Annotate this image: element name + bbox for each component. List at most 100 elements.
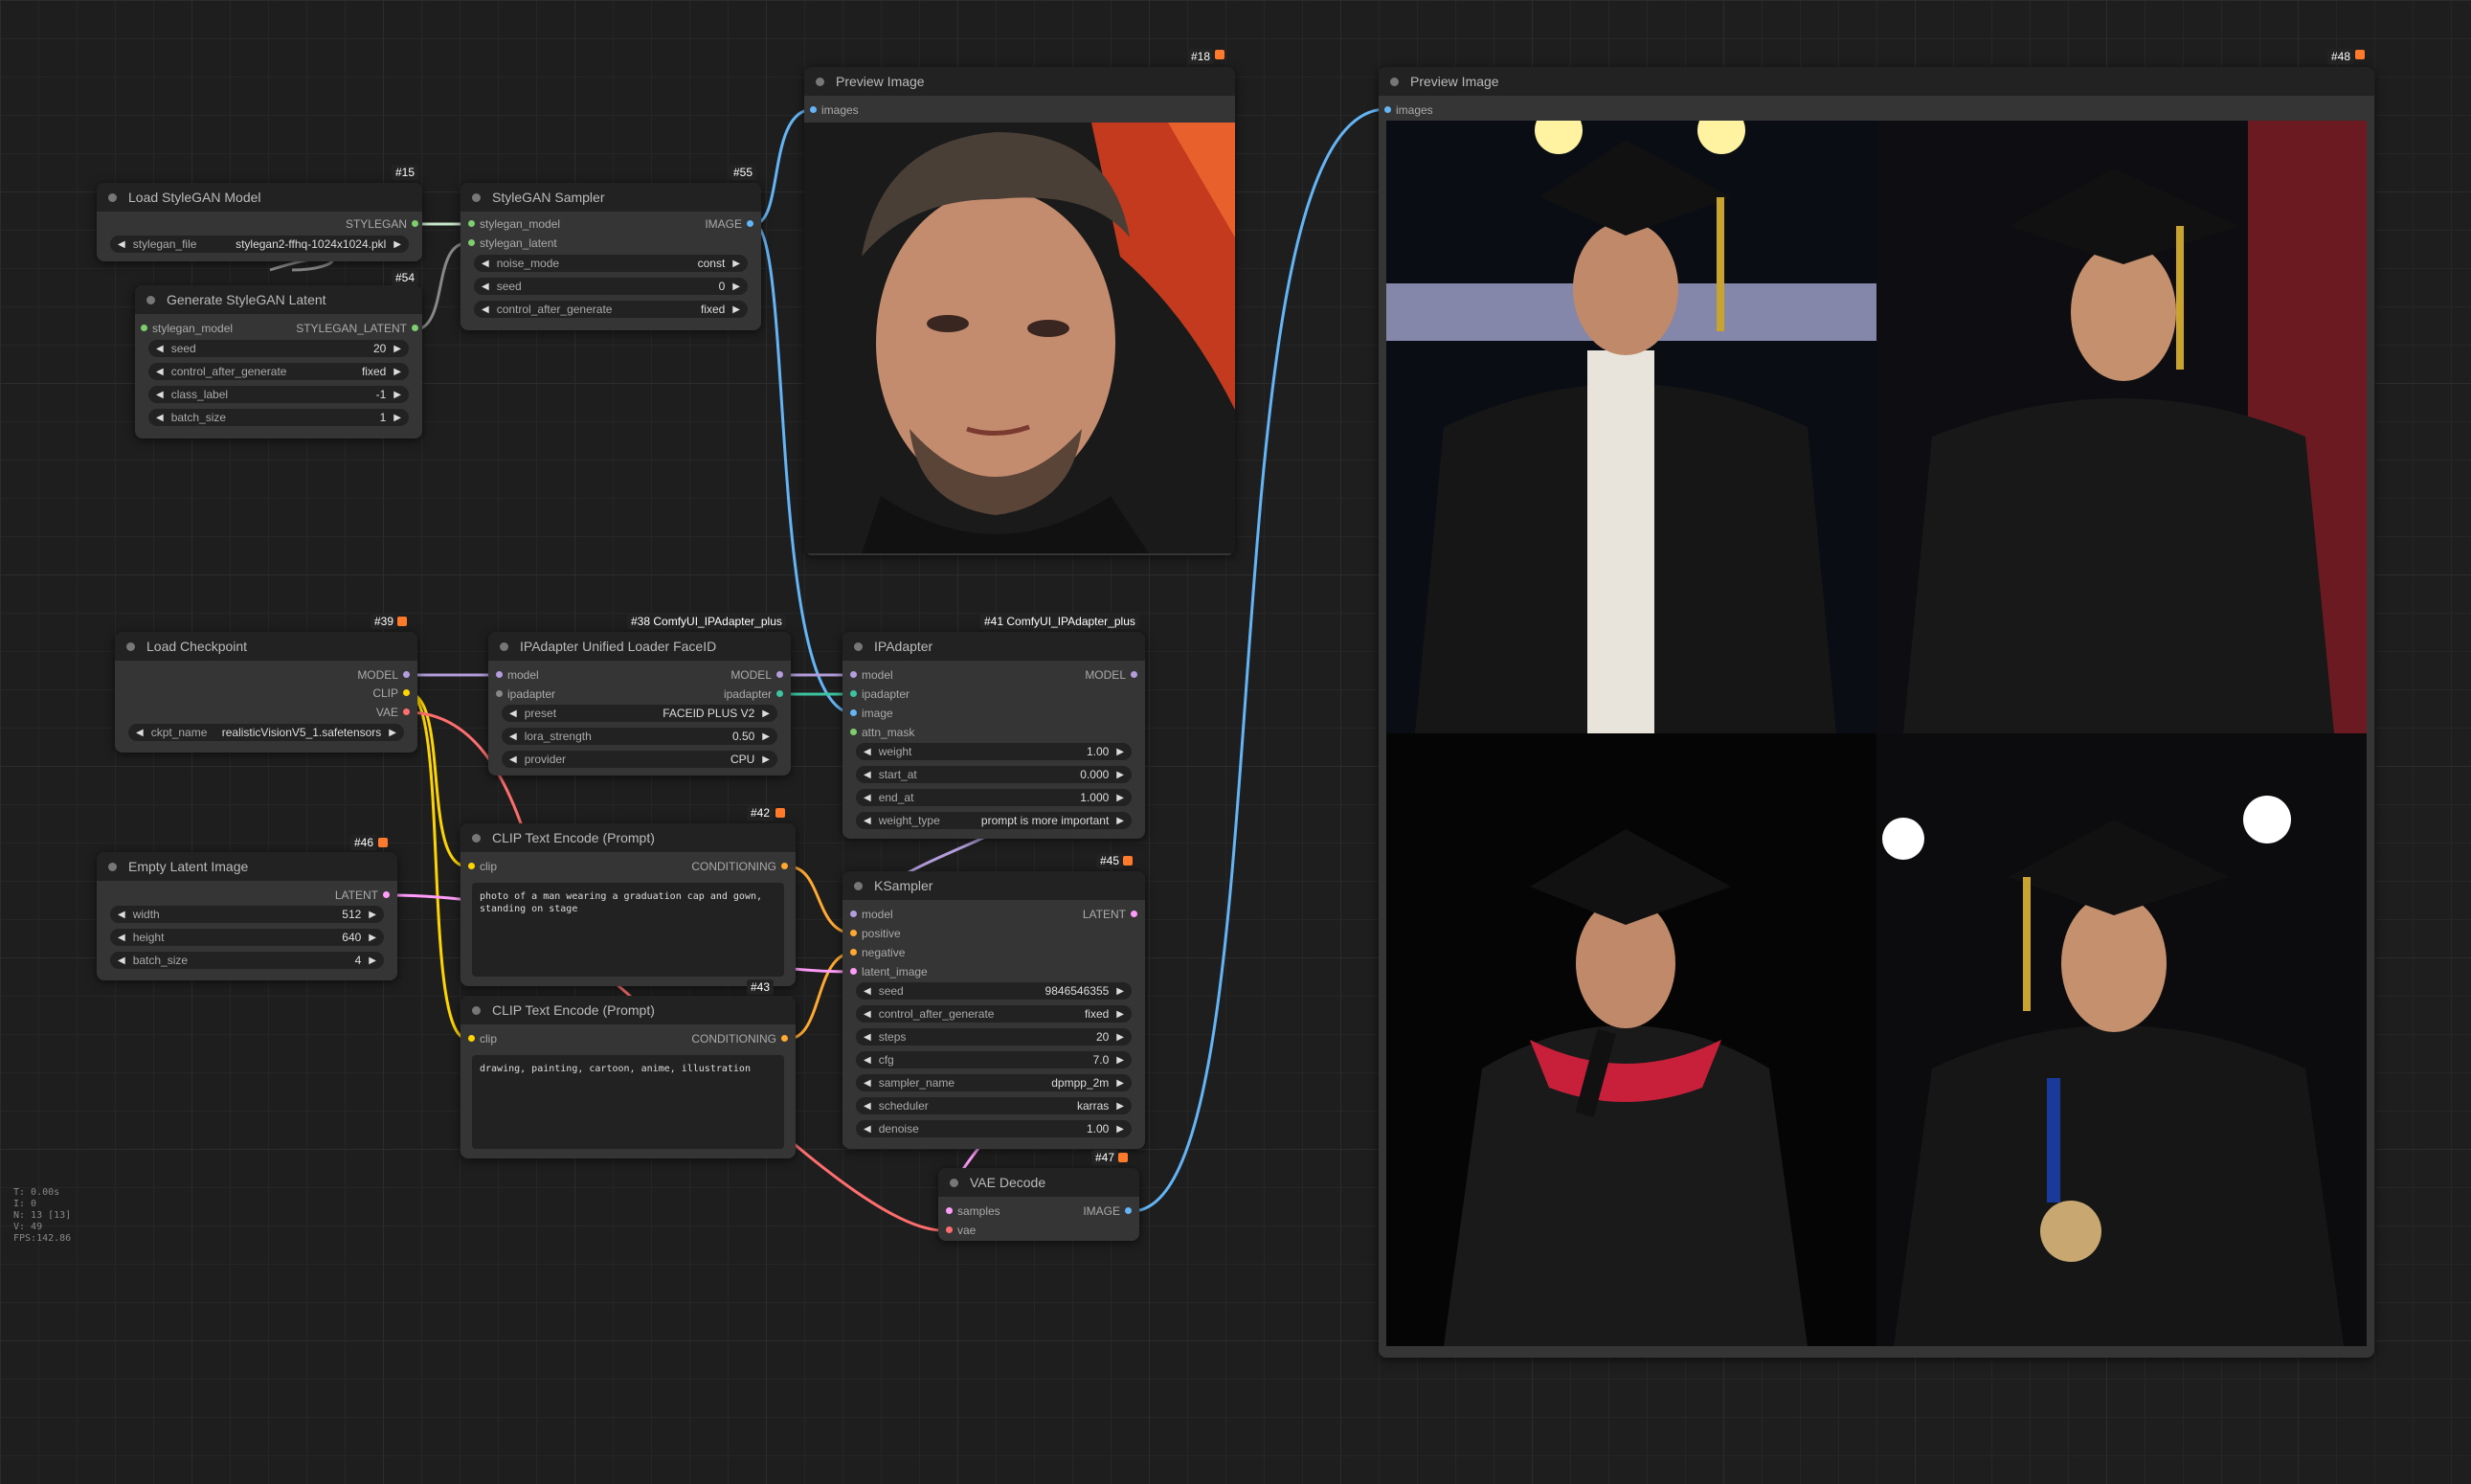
input-pin-icon[interactable] — [468, 1035, 475, 1042]
input-model[interactable]: model — [496, 668, 539, 682]
node-title[interactable]: KSampler — [842, 871, 1145, 900]
arrow-right-icon[interactable]: ▶ — [1116, 816, 1124, 826]
input-pin-icon[interactable] — [850, 949, 857, 956]
collapse-dot-icon[interactable] — [108, 192, 117, 202]
widget-seed[interactable]: ◀ seed 9846546355 ▶ — [856, 982, 1132, 1000]
output-stylegan[interactable]: STYLEGAN — [346, 217, 418, 231]
widget-batch-size[interactable]: ◀ batch_size 1 ▶ — [148, 409, 409, 426]
output-pin-icon[interactable] — [781, 1035, 788, 1042]
widget-control-after-generate[interactable]: ◀ control_after_generate fixed ▶ — [474, 301, 748, 318]
widget-end-at[interactable]: ◀ end_at 1.000 ▶ — [856, 789, 1132, 806]
arrow-right-icon[interactable]: ▶ — [1116, 1055, 1124, 1066]
node-title[interactable]: Preview Image — [1379, 67, 2374, 96]
widget-scheduler[interactable]: ◀ scheduler karras ▶ — [856, 1097, 1132, 1114]
arrow-left-icon[interactable]: ◀ — [509, 754, 517, 765]
widget-sampler-name[interactable]: ◀ sampler_name dpmpp_2m ▶ — [856, 1074, 1132, 1091]
widget-control-after-generate[interactable]: ◀ control_after_generate fixed ▶ — [856, 1005, 1132, 1023]
output-pin-icon[interactable] — [403, 689, 410, 696]
node-stylegan-sampler[interactable]: StyleGAN Sampler stylegan_model stylegan… — [461, 183, 761, 330]
output-pin-icon[interactable] — [1125, 1207, 1132, 1214]
node-title[interactable]: StyleGAN Sampler — [461, 183, 761, 212]
widget-seed[interactable]: ◀ seed 20 ▶ — [148, 340, 409, 357]
arrow-left-icon[interactable]: ◀ — [482, 304, 489, 315]
node-ksampler[interactable]: KSampler model positive negative latent_… — [842, 871, 1145, 1149]
output-clip[interactable]: CLIP — [372, 686, 410, 700]
input-images[interactable]: images — [810, 103, 859, 117]
collapse-dot-icon[interactable] — [472, 192, 481, 202]
input-pin-icon[interactable] — [946, 1207, 953, 1214]
input-pin-icon[interactable] — [850, 671, 857, 678]
arrow-right-icon[interactable]: ▶ — [1116, 1009, 1124, 1020]
collapse-dot-icon[interactable] — [500, 641, 508, 651]
widget-width[interactable]: ◀ width 512 ▶ — [110, 906, 384, 923]
arrow-left-icon[interactable]: ◀ — [156, 367, 164, 377]
widget-seed[interactable]: ◀ seed 0 ▶ — [474, 278, 748, 295]
arrow-right-icon[interactable]: ▶ — [393, 344, 401, 354]
arrow-left-icon[interactable]: ◀ — [118, 933, 125, 943]
output-conditioning[interactable]: CONDITIONING — [691, 1032, 788, 1046]
widget-weight-type[interactable]: ◀ weight_type prompt is more important ▶ — [856, 812, 1132, 829]
input-pin-icon[interactable] — [810, 106, 817, 113]
arrow-left-icon[interactable]: ◀ — [118, 956, 125, 966]
node-clip-text-encode-negative[interactable]: CLIP Text Encode (Prompt) clip CONDITION… — [461, 996, 796, 1158]
output-pin-icon[interactable] — [1131, 911, 1137, 917]
input-pin-icon[interactable] — [850, 690, 857, 697]
negative-prompt-textarea[interactable]: drawing, painting, cartoon, anime, illus… — [472, 1055, 784, 1149]
output-pin-icon[interactable] — [403, 671, 410, 678]
arrow-right-icon[interactable]: ▶ — [389, 728, 396, 738]
collapse-dot-icon[interactable] — [108, 862, 117, 871]
input-latent-image[interactable]: latent_image — [850, 965, 928, 978]
input-attn-mask[interactable]: attn_mask — [850, 726, 914, 739]
arrow-left-icon[interactable]: ◀ — [864, 1055, 871, 1066]
input-pin-icon[interactable] — [496, 671, 503, 678]
node-load-checkpoint[interactable]: Load Checkpoint MODEL CLIP VAE ◀ ckpt_nam… — [115, 632, 417, 753]
node-title[interactable]: IPAdapter — [842, 632, 1145, 661]
output-latent[interactable]: LATENT — [1083, 908, 1137, 921]
input-model[interactable]: model — [850, 908, 893, 921]
output-pin-icon[interactable] — [781, 863, 788, 869]
node-ipadapter[interactable]: IPAdapter model ipadapter image attn_mas… — [842, 632, 1145, 839]
arrow-right-icon[interactable]: ▶ — [762, 731, 770, 742]
input-pin-icon[interactable] — [468, 239, 475, 246]
output-pin-icon[interactable] — [776, 671, 783, 678]
widget-noise-mode[interactable]: ◀ noise_mode const ▶ — [474, 255, 748, 272]
arrow-right-icon[interactable]: ▶ — [1116, 747, 1124, 757]
input-pin-icon[interactable] — [850, 968, 857, 975]
arrow-right-icon[interactable]: ▶ — [369, 956, 376, 966]
arrow-left-icon[interactable]: ◀ — [156, 390, 164, 400]
output-pin-icon[interactable] — [776, 690, 783, 697]
arrow-right-icon[interactable]: ▶ — [369, 933, 376, 943]
collapse-dot-icon[interactable] — [146, 295, 155, 304]
output-image[interactable]: IMAGE — [705, 217, 753, 231]
arrow-left-icon[interactable]: ◀ — [864, 1032, 871, 1043]
arrow-right-icon[interactable]: ▶ — [393, 367, 401, 377]
arrow-right-icon[interactable]: ▶ — [1116, 793, 1124, 803]
arrow-left-icon[interactable]: ◀ — [509, 731, 517, 742]
input-negative[interactable]: negative — [850, 946, 905, 959]
arrow-right-icon[interactable]: ▶ — [732, 281, 740, 292]
input-pin-icon[interactable] — [468, 863, 475, 869]
arrow-left-icon[interactable]: ◀ — [864, 1124, 871, 1135]
arrow-left-icon[interactable]: ◀ — [118, 239, 125, 250]
input-pin-icon[interactable] — [850, 911, 857, 917]
collapse-dot-icon[interactable] — [950, 1178, 958, 1187]
node-preview-image-18[interactable]: Preview Image images — [804, 67, 1235, 555]
output-pin-icon[interactable] — [1131, 671, 1137, 678]
arrow-right-icon[interactable]: ▶ — [732, 304, 740, 315]
input-model[interactable]: model — [850, 668, 893, 682]
output-pin-icon[interactable] — [412, 325, 418, 331]
widget-denoise[interactable]: ◀ denoise 1.00 ▶ — [856, 1120, 1132, 1137]
node-generate-stylegan-latent[interactable]: Generate StyleGAN Latent stylegan_model … — [135, 285, 422, 438]
arrow-right-icon[interactable]: ▶ — [393, 239, 401, 250]
output-conditioning[interactable]: CONDITIONING — [691, 860, 788, 873]
input-pin-icon[interactable] — [850, 709, 857, 716]
input-clip[interactable]: clip — [468, 860, 497, 873]
prompt-textarea[interactable]: photo of a man wearing a graduation cap … — [472, 883, 784, 977]
arrow-left-icon[interactable]: ◀ — [864, 816, 871, 826]
arrow-left-icon[interactable]: ◀ — [156, 344, 164, 354]
node-title[interactable]: Empty Latent Image — [97, 852, 397, 881]
collapse-dot-icon[interactable] — [1390, 77, 1399, 86]
input-pin-icon[interactable] — [468, 220, 475, 227]
widget-class-label[interactable]: ◀ class_label -1 ▶ — [148, 386, 409, 403]
output-ipadapter[interactable]: ipadapter — [724, 687, 783, 701]
